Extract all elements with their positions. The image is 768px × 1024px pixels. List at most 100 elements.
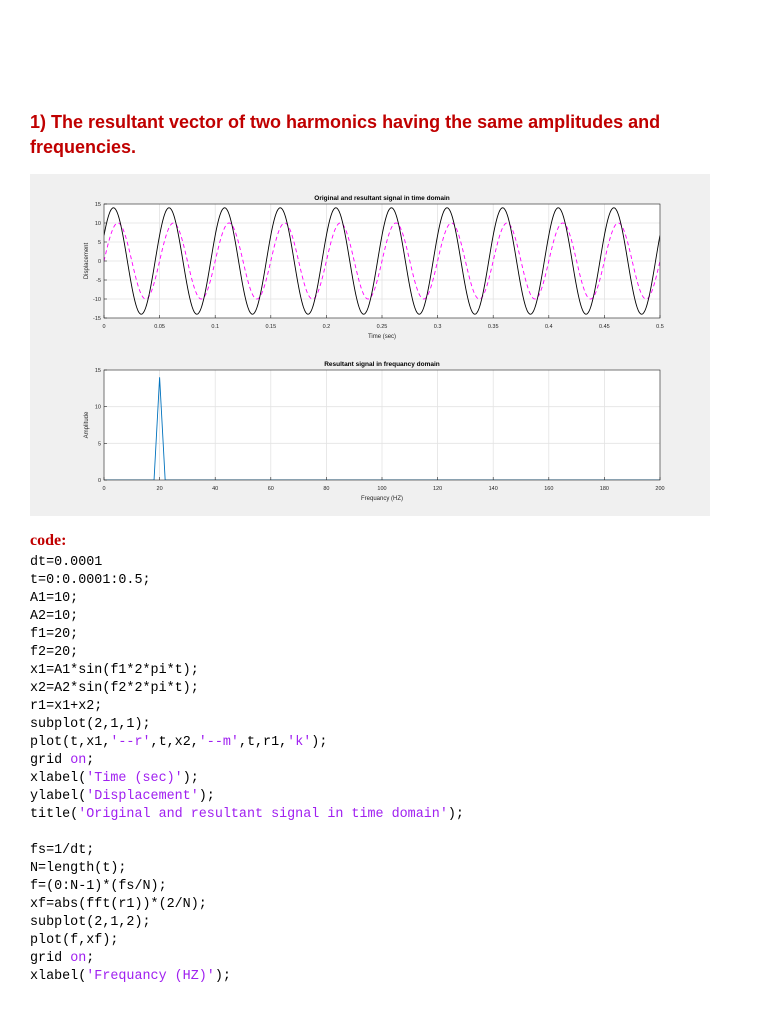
code-line: A1=10; [30, 590, 464, 608]
code-line: subplot(2,1,1); [30, 716, 464, 734]
code-token: ); [311, 735, 328, 750]
plot1-ytick-label: -5 [96, 278, 101, 284]
code-token: subplot(2,1,2); [30, 915, 151, 930]
code-token: f1=20; [30, 627, 79, 642]
code-token: A1=10; [30, 591, 79, 606]
code-token: ); [182, 771, 199, 786]
code-line: f1=20; [30, 626, 464, 644]
code-line: grid on; [30, 752, 464, 770]
code-token: f2=20; [30, 645, 79, 660]
code-line: dt=0.0001 [30, 554, 464, 572]
plot1-ytick-label: -10 [93, 297, 101, 303]
code-line: subplot(2,1,2); [30, 914, 464, 932]
code-line: r1=x1+x2; [30, 698, 464, 716]
code-token: x2=A2*sin(f2*2*pi*t); [30, 681, 199, 696]
code-token: grid [30, 951, 71, 966]
code-token: ); [198, 789, 215, 804]
code-token: dt=0.0001 [30, 555, 103, 570]
plot1-xtick-label: 0 [102, 324, 105, 330]
code-token-s: 'Displacement' [86, 789, 199, 804]
code-token: plot(t,x1, [30, 735, 111, 750]
plot1-ytick-label: 5 [98, 240, 101, 246]
code-token: xf=abs(fft(r1))*(2/N); [30, 897, 207, 912]
code-token: grid [30, 753, 71, 768]
code-token: ,t,r1, [238, 735, 288, 750]
plot1-ytick-label: 15 [95, 202, 101, 208]
code-block: dt=0.0001 t=0:0.0001:0.5; A1=10; A2=10; f1=2… [30, 554, 464, 986]
code-token-s: '--r' [110, 735, 151, 750]
code-line: title('Original and resultant signal in … [30, 806, 464, 824]
plot1-xtick-label: 0.2 [323, 324, 331, 330]
section-heading: 1) The resultant vector of two harmonics… [30, 112, 661, 157]
code-token: xlabel( [30, 969, 87, 984]
plot2-xtick-label: 80 [323, 486, 329, 492]
code-token: subplot(2,1,1); [30, 717, 151, 732]
code-token: ); [447, 807, 464, 822]
code-line: xf=abs(fft(r1))*(2/N); [30, 896, 464, 914]
code-token: r1=x1+x2; [30, 699, 103, 714]
plot2-xtick-label: 120 [433, 486, 442, 492]
code-line: N=length(t); [30, 860, 464, 878]
code-token: ,t,x2, [150, 735, 199, 750]
matlab-figure: 0 0.05 0.1 0.15 0.2 0.25 0.3 0.35 0.4 0.45 0.5 -15 -… [30, 174, 710, 516]
code-line: t=0:0.0001:0.5; [30, 572, 464, 590]
plot2-xlabel: Frequancy (HZ) [361, 496, 403, 502]
code-line: plot(f,xf); [30, 932, 464, 950]
plot2-ytick-label: 0 [98, 478, 101, 484]
plot1-ylabel: Displacement [84, 242, 90, 279]
code-line: fs=1/dt; [30, 842, 464, 860]
code-token: xlabel( [30, 771, 87, 786]
code-token-s: 'k' [287, 735, 312, 750]
code-token: t=0:0.0001:0.5; [30, 573, 151, 588]
code-token: x1=A1*sin(f1*2*pi*t); [30, 663, 199, 678]
plot2-xtick-label: 0 [102, 486, 105, 492]
plot2-ytick-label: 15 [95, 368, 101, 374]
plot2-ytick-label: 10 [95, 405, 101, 411]
plot1-ytick-label: 10 [95, 221, 101, 227]
plot2-xtick-label: 160 [544, 486, 553, 492]
plot2-ylabel: Amplitude [84, 411, 90, 438]
plot1-ytick-label: -15 [93, 316, 101, 322]
plot2-xtick-label: 140 [489, 486, 498, 492]
code-token: ); [214, 969, 231, 984]
figure-plots: 0 0.05 0.1 0.15 0.2 0.25 0.3 0.35 0.4 0.45 0.5 -15 -… [84, 195, 665, 502]
code-label: code: [30, 532, 67, 549]
code-line: f=(0:N-1)*(fs/N); [30, 878, 464, 896]
plot2-xtick-label: 200 [655, 486, 664, 492]
plot2-ytick-label: 5 [98, 441, 101, 447]
code-token-s: 'Frequancy (HZ)' [86, 969, 215, 984]
code-token: N=length(t); [30, 861, 127, 876]
plot2-xtick-label: 180 [600, 486, 609, 492]
plot1-xtick-label: 0.3 [434, 324, 442, 330]
code-token: title( [30, 807, 79, 822]
code-line: f2=20; [30, 644, 464, 662]
plot2-title: Resultant signal in frequancy domain [324, 361, 440, 368]
code-token-k: on [70, 951, 87, 966]
code-line: xlabel('Frequancy (HZ)'); [30, 968, 464, 986]
plot1-xlabel: Time (sec) [368, 334, 396, 340]
code-token: ; [86, 951, 95, 966]
code-token: ; [86, 753, 95, 768]
plot1-ytick-label: 0 [98, 259, 101, 265]
code-line: ylabel('Displacement'); [30, 788, 464, 806]
plot1-xtick-label: 0.35 [488, 324, 499, 330]
plot1-xtick-label: 0.25 [377, 324, 388, 330]
plot2-xtick-label: 100 [377, 486, 386, 492]
plot2-xtick-label: 40 [212, 486, 218, 492]
plot1-xtick-label: 0.05 [154, 324, 165, 330]
code-line: x1=A1*sin(f1*2*pi*t); [30, 662, 464, 680]
code-token: plot(f,xf); [30, 933, 119, 948]
code-token: f=(0:N-1)*(fs/N); [30, 879, 167, 894]
plot1-xtick-label: 0.45 [599, 324, 610, 330]
code-line: grid on; [30, 950, 464, 968]
code-line: xlabel('Time (sec)'); [30, 770, 464, 788]
code-line: plot(t,x1,'--r',t,x2,'--m',t,r1,'k'); [30, 734, 464, 752]
code-token: ylabel( [30, 789, 87, 804]
plot1-xtick-label: 0.4 [545, 324, 553, 330]
code-token-s: 'Time (sec)' [86, 771, 183, 786]
code-token-s: 'Original and resultant signal in time d… [78, 807, 448, 822]
plot1-xtick-label: 0.1 [211, 324, 219, 330]
code-line: x2=A2*sin(f2*2*pi*t); [30, 680, 464, 698]
plot1-xtick-label: 0.5 [656, 324, 664, 330]
